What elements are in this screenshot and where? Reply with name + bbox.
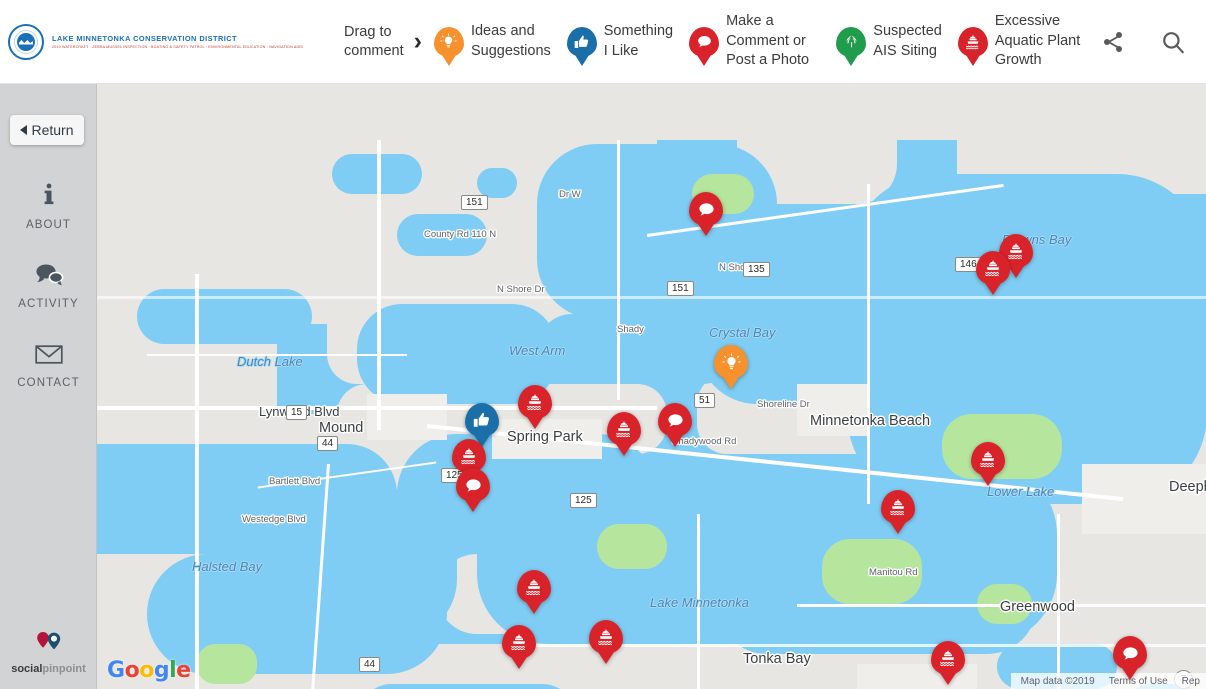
aquatic-plant-waves-icon bbox=[971, 442, 1005, 486]
sidebar-item-label: ABOUT bbox=[25, 219, 72, 231]
route-shield: 44 bbox=[359, 657, 381, 672]
left-sidebar: Return ABOUT ACTIVITY CONTACT socialpinp… bbox=[0, 84, 97, 689]
map-marker-aquatic-plant-waves[interactable] bbox=[931, 641, 965, 685]
lightbulb-icon bbox=[714, 345, 748, 389]
aquatic-plant-waves-icon bbox=[517, 570, 551, 614]
route-shield: 151 bbox=[461, 195, 488, 210]
aquatic-plant-waves-icon bbox=[607, 412, 641, 456]
aquatic-plant-waves-icon bbox=[881, 490, 915, 534]
brand-title: LAKE MINNETONKA CONSERVATION DISTRICT bbox=[52, 34, 237, 43]
lightbulb-icon bbox=[433, 26, 464, 66]
speech-bubble-icon bbox=[689, 192, 723, 236]
tool-ideas-and-suggestions[interactable]: Ideas and Suggestions bbox=[433, 22, 551, 66]
tool-label: Suspected AIS Siting bbox=[873, 23, 942, 59]
app-root: LAKE MINNETONKA CONSERVATION DISTRICT 20… bbox=[0, 0, 1206, 689]
tool-something-i-like[interactable]: Something I Like bbox=[566, 22, 674, 66]
social-pinpoint-wordmark: socialpinpoint bbox=[11, 663, 86, 675]
leaf-icon bbox=[836, 26, 867, 66]
social-pinpoint-logo[interactable]: socialpinpoint bbox=[0, 630, 97, 675]
map-marker-aquatic-plant-waves[interactable] bbox=[502, 625, 536, 669]
map-marker-speech-bubble[interactable] bbox=[456, 468, 490, 512]
route-shield: 125 bbox=[570, 493, 597, 508]
aquatic-plant-waves-icon bbox=[502, 625, 536, 669]
map-canvas[interactable]: Dutch Lake Mound Lynwood Blvd Bartlett Blvd… bbox=[97, 84, 1206, 689]
sidebar-item-contact[interactable]: CONTACT bbox=[0, 342, 97, 389]
return-button[interactable]: Return bbox=[10, 115, 84, 145]
route-shield: 15 bbox=[286, 405, 308, 420]
tool-excessive-aquatic-plant-growth[interactable]: Excessive Aquatic Plant Growth bbox=[957, 12, 1082, 71]
aquatic-plant-waves-icon bbox=[976, 251, 1010, 295]
logo-part-pinpoint: pinpoint bbox=[42, 663, 86, 675]
comment-tool-palette: Drag to comment › Ideas and Suggestions … bbox=[330, 0, 1098, 84]
speech-bubble-icon bbox=[456, 468, 490, 512]
map-marker-aquatic-plant-waves[interactable] bbox=[518, 385, 552, 429]
map-marker-speech-bubble[interactable] bbox=[658, 403, 692, 447]
brand-logo[interactable]: LAKE MINNETONKA CONSERVATION DISTRICT 20… bbox=[0, 23, 330, 60]
route-shield: 51 bbox=[694, 393, 716, 408]
drag-to-comment-label: Drag to comment bbox=[344, 23, 404, 59]
map-marker-lightbulb[interactable] bbox=[714, 345, 748, 389]
map-marker-aquatic-plant-waves[interactable] bbox=[589, 620, 623, 664]
map-data-copyright: Map data ©2019 bbox=[1020, 675, 1095, 687]
google-logo: Google bbox=[107, 658, 191, 683]
logo-part-social: social bbox=[11, 663, 43, 675]
map-marker-aquatic-plant-waves[interactable] bbox=[971, 442, 1005, 486]
tool-label: Make a Comment or Post a Photo bbox=[726, 13, 810, 69]
map-marker-speech-bubble[interactable] bbox=[1113, 636, 1147, 680]
aquatic-plant-waves-icon bbox=[589, 620, 623, 664]
thumbs-up-icon bbox=[465, 403, 499, 447]
map-marker-aquatic-plant-waves[interactable] bbox=[881, 490, 915, 534]
sidebar-item-label: CONTACT bbox=[17, 377, 80, 389]
chevron-right-icon: › bbox=[413, 27, 422, 55]
map-marker-speech-bubble[interactable] bbox=[689, 192, 723, 236]
aquatic-plant-waves-icon bbox=[518, 385, 552, 429]
speech-bubble-icon bbox=[689, 26, 720, 66]
thumbs-up-icon bbox=[566, 26, 597, 66]
map-marker-aquatic-plant-waves[interactable] bbox=[517, 570, 551, 614]
brand-text: LAKE MINNETONKA CONSERVATION DISTRICT 20… bbox=[52, 34, 303, 49]
terms-of-use-link[interactable]: Terms of Use bbox=[1109, 676, 1168, 687]
map-marker-aquatic-plant-waves[interactable] bbox=[607, 412, 641, 456]
route-shield: 151 bbox=[667, 281, 694, 296]
chat-bubbles-icon bbox=[34, 262, 64, 292]
search-icon[interactable] bbox=[1158, 27, 1188, 57]
map-marker-aquatic-plant-waves[interactable] bbox=[976, 251, 1010, 295]
sidebar-item-about[interactable]: ABOUT bbox=[0, 182, 97, 231]
map-marker-thumbs-up[interactable] bbox=[465, 403, 499, 447]
social-pinpoint-pins-icon bbox=[32, 630, 66, 659]
route-shield: 44 bbox=[317, 436, 339, 451]
report-map-error-link[interactable]: Rep bbox=[1182, 676, 1200, 687]
envelope-icon bbox=[34, 342, 64, 371]
return-label: Return bbox=[31, 122, 74, 138]
brand-subtitle: 2019 WATERCRAFT · ZEBRA MUSSEL INSPECTIO… bbox=[52, 45, 304, 49]
info-icon bbox=[37, 182, 61, 213]
caret-left-icon bbox=[20, 125, 28, 135]
lake-waves-seal-icon bbox=[8, 23, 44, 60]
aquatic-plant-waves-icon bbox=[957, 26, 988, 66]
top-header: LAKE MINNETONKA CONSERVATION DISTRICT 20… bbox=[0, 0, 1206, 84]
tool-label: Excessive Aquatic Plant Growth bbox=[994, 13, 1081, 69]
share-icon[interactable] bbox=[1098, 27, 1128, 57]
tool-label: Ideas and Suggestions bbox=[470, 23, 551, 59]
sidebar-item-label: ACTIVITY bbox=[18, 298, 79, 310]
header-actions bbox=[1098, 27, 1206, 57]
tool-label: Something I Like bbox=[603, 23, 674, 59]
map-attribution: Map data ©2019 Terms of Use Rep bbox=[1010, 673, 1206, 689]
aquatic-plant-waves-icon bbox=[931, 641, 965, 685]
route-shield: 135 bbox=[743, 262, 770, 277]
sidebar-item-activity[interactable]: ACTIVITY bbox=[0, 262, 97, 310]
tool-suspected-ais-siting[interactable]: Suspected AIS Siting bbox=[836, 22, 942, 66]
speech-bubble-icon bbox=[1113, 636, 1147, 680]
speech-bubble-icon bbox=[658, 403, 692, 447]
tool-make-a-comment[interactable]: Make a Comment or Post a Photo bbox=[689, 12, 820, 71]
